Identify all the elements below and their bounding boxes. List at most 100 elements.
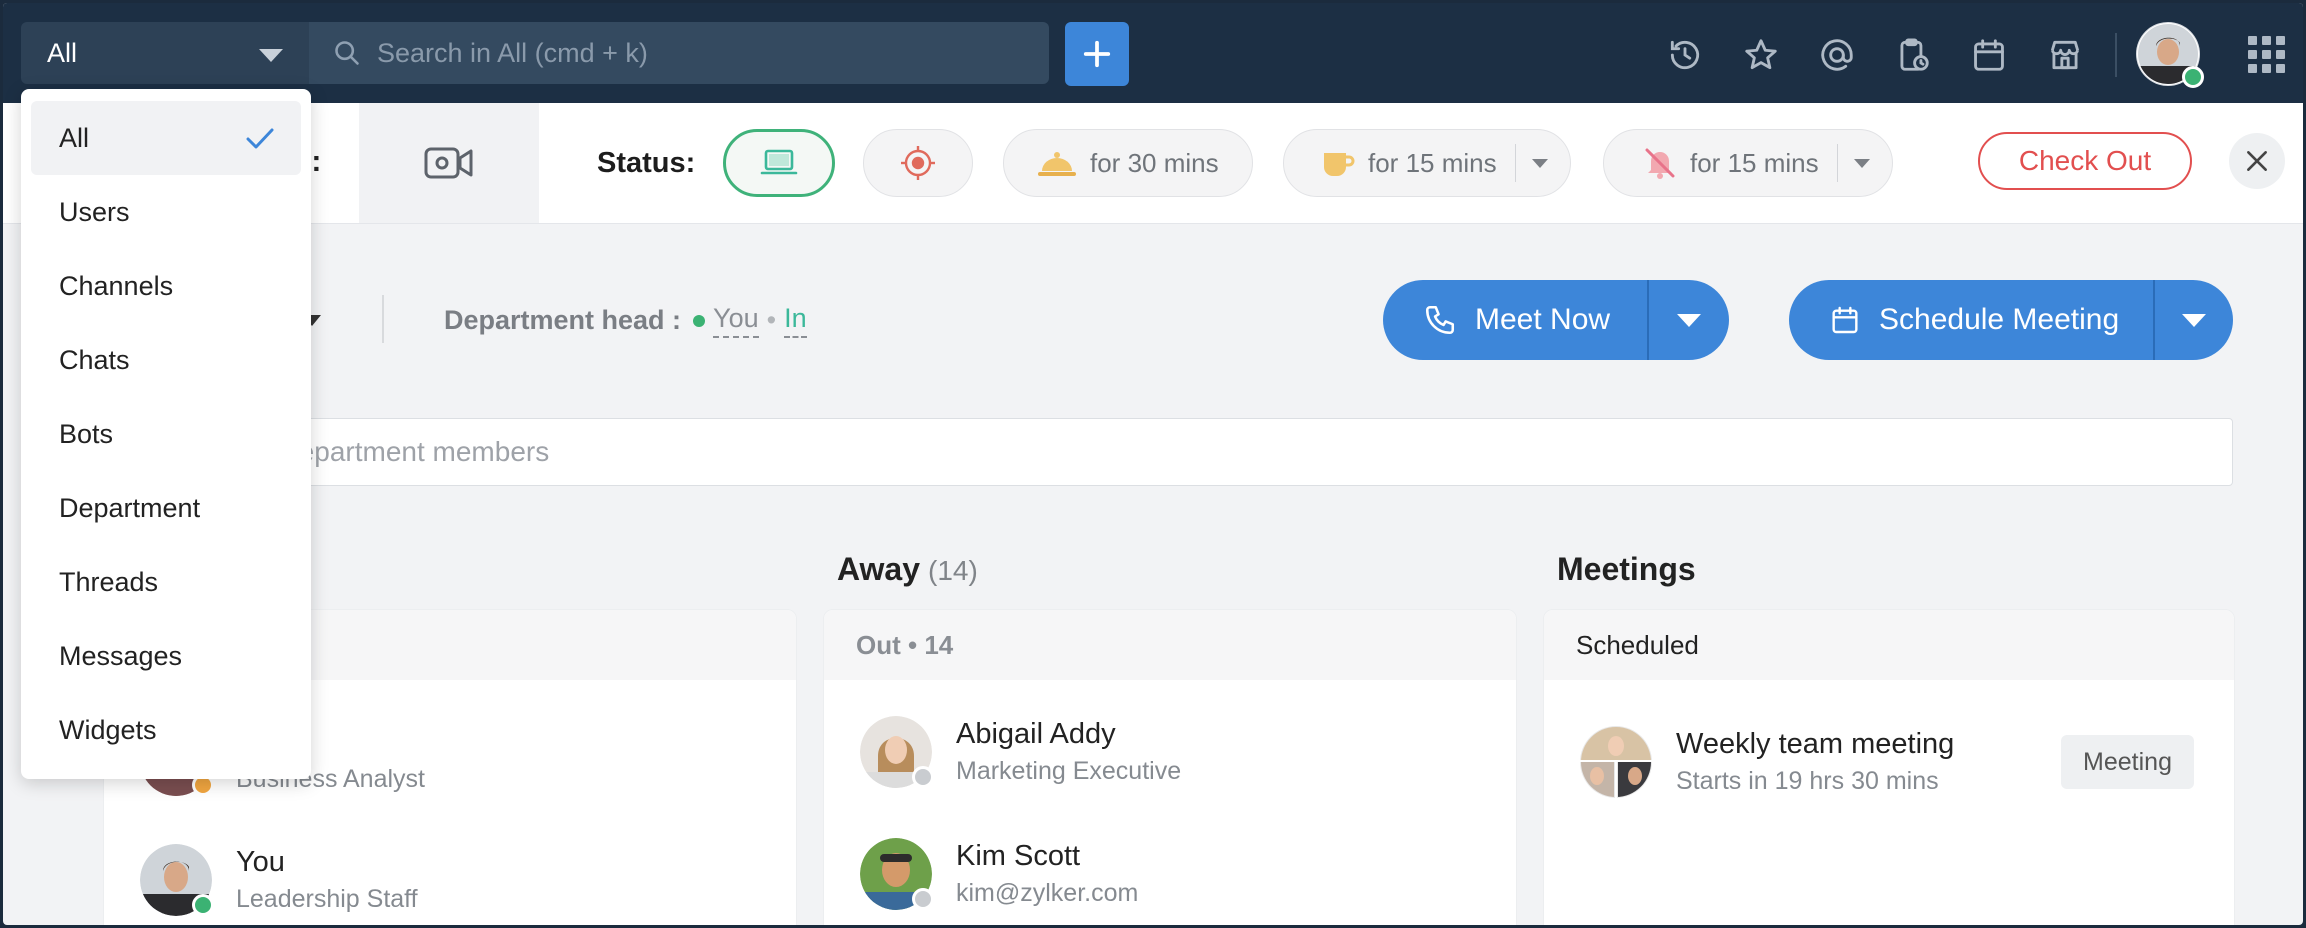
bullet-separator: • (766, 305, 777, 335)
chevron-down-icon[interactable] (1854, 158, 1871, 168)
close-icon (2247, 151, 2267, 171)
dropdown-item-messages[interactable]: Messages (31, 619, 301, 693)
dropdown-item-label: Threads (59, 566, 159, 597)
calendar-icon[interactable] (1967, 33, 2011, 77)
meeting-title: Weekly team meeting (1676, 728, 1955, 760)
meeting-subtitle: Starts in 19 hrs 30 mins (1676, 767, 1939, 795)
global-search-input[interactable] (375, 36, 1019, 70)
dropdown-item-label: Chats (59, 344, 130, 375)
video-call-toggle[interactable] (359, 103, 539, 223)
member-name: Abigail Addy (956, 718, 1116, 750)
apps-grid-icon[interactable] (2247, 35, 2287, 80)
member-name: Kim Scott (956, 840, 1081, 872)
away-count: (14) (928, 555, 978, 586)
chevron-down-icon (2182, 313, 2206, 327)
chevron-down-icon[interactable] (1532, 158, 1549, 168)
dropdown-item-label: Users (59, 196, 130, 227)
member-role: Marketing Executive (956, 757, 1182, 785)
meet-now-button[interactable]: Meet Now (1383, 280, 1647, 360)
list-item[interactable]: Abigail Addy Marketing Executive (860, 714, 1181, 790)
list-item[interactable]: Kim Scott kim@zylker.com (860, 836, 1138, 912)
status-pill-dnd[interactable]: for 15 mins (1603, 129, 1893, 197)
store-icon[interactable] (2043, 33, 2087, 77)
target-icon (901, 146, 935, 180)
video-camera-icon (424, 147, 473, 179)
status-pill-text: for 15 mins (1368, 147, 1497, 178)
status-pill-focus[interactable] (863, 129, 973, 197)
add-button[interactable] (1065, 22, 1129, 86)
schedule-meeting-split-button: Schedule Meeting (1789, 280, 2233, 360)
search-scope-select[interactable]: All (21, 22, 309, 84)
meeting-item[interactable]: Weekly team meeting Starts in 19 hrs 30 … (1580, 724, 1954, 800)
clipboard-clock-icon[interactable] (1891, 33, 1935, 77)
away-heading: Away (14) (837, 551, 978, 588)
department-divider (382, 295, 384, 343)
global-search (309, 22, 1049, 84)
check-out-button[interactable]: Check Out (1978, 132, 2192, 190)
meeting-participants-avatar (1580, 726, 1652, 798)
dropdown-item-label: Bots (59, 418, 114, 449)
dropdown-item-label: Messages (59, 640, 183, 671)
chevron-down-icon (259, 49, 283, 62)
dropdown-item-channels[interactable]: Channels (31, 249, 301, 323)
pill-divider (1836, 144, 1839, 182)
dropdown-item-label: Department (59, 492, 201, 523)
member-search (103, 418, 2233, 486)
meeting-type-badge: Meeting (2061, 735, 2194, 789)
away-title: Away (837, 551, 921, 587)
offline-status-dot (912, 766, 934, 788)
meetings-group-label: Scheduled (1544, 610, 2234, 680)
dropdown-item-label: Channels (59, 270, 174, 301)
schedule-meeting-button[interactable]: Schedule Meeting (1789, 280, 2153, 360)
online-status-dot (192, 894, 214, 916)
cloche-icon (1038, 152, 1076, 176)
plus-icon (1083, 40, 1111, 68)
bell-off-icon (1645, 148, 1675, 179)
user-avatar[interactable] (2136, 22, 2204, 88)
meet-now-dropdown[interactable] (1649, 280, 1729, 360)
status-pill-available[interactable] (723, 129, 835, 197)
mention-icon[interactable] (1815, 33, 1859, 77)
history-icon[interactable] (1663, 33, 1707, 77)
dropdown-item-all[interactable]: All (31, 101, 301, 175)
top-bar-divider (2115, 33, 2117, 77)
chevron-down-icon (1677, 313, 1701, 327)
dropdown-item-chats[interactable]: Chats (31, 323, 301, 397)
checkmark-icon (246, 128, 274, 149)
search-scope-dropdown: All Users Channels Chats Bots Department… (21, 89, 311, 779)
online-status-dot (2182, 66, 2204, 88)
department-head-name[interactable]: You (713, 303, 759, 338)
status-pill-text: for 30 mins (1090, 147, 1219, 178)
list-item[interactable]: You Leadership Staff (140, 842, 418, 918)
department-head-label: Department head : (444, 305, 682, 335)
member-role: kim@zylker.com (956, 879, 1139, 907)
coffee-icon (1324, 153, 1355, 176)
status-pill-lunch[interactable]: for 30 mins (1003, 129, 1253, 197)
search-icon (335, 41, 359, 65)
avatar (860, 838, 934, 910)
schedule-meeting-dropdown[interactable] (2155, 280, 2233, 360)
phone-icon (1425, 305, 1455, 335)
status-pill-coffee[interactable]: for 15 mins (1283, 129, 1571, 197)
status-label: Status: (597, 147, 696, 179)
department-head-status[interactable]: In (784, 303, 807, 338)
star-icon[interactable] (1739, 33, 1783, 77)
away-members-card: Out • 14 Abigail Addy Marketing Executiv… (823, 609, 1517, 925)
dropdown-item-label: All (59, 122, 90, 153)
avatar (860, 716, 934, 788)
offline-status-dot (912, 888, 934, 910)
dropdown-item-bots[interactable]: Bots (31, 397, 301, 471)
dropdown-item-department[interactable]: Department (31, 471, 301, 545)
member-search-input[interactable] (264, 435, 2168, 469)
dropdown-item-label: Widgets (59, 714, 157, 745)
meet-now-split-button: Meet Now (1383, 280, 1729, 360)
app-window: All Search in All (cmd + k) Status: for … (3, 3, 2303, 925)
online-status-dot (693, 314, 706, 327)
dropdown-item-threads[interactable]: Threads (31, 545, 301, 619)
status-pill-text: for 15 mins (1690, 147, 1819, 178)
dropdown-item-widgets[interactable]: Widgets (31, 693, 301, 767)
close-button[interactable] (2229, 133, 2285, 189)
dropdown-item-users[interactable]: Users (31, 175, 301, 249)
member-name: You (236, 846, 285, 878)
laptop-icon (760, 149, 798, 175)
